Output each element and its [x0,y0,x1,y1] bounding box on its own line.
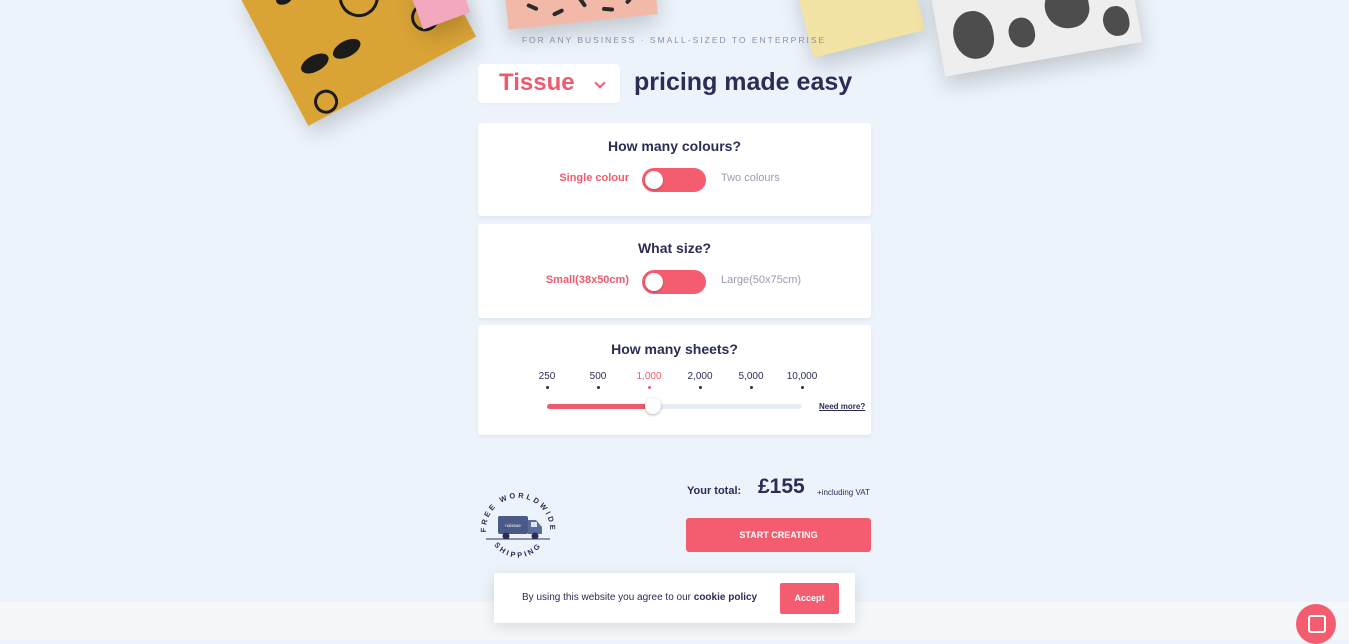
sheets-card: How many sheets? 250 500 1,000 2,000 5,0… [478,325,871,435]
toggle-knob [645,171,663,189]
sheets-slider-track[interactable] [547,398,802,414]
tick-dot [801,386,804,389]
chat-icon [1308,615,1326,633]
cookie-message: By using this website you agree to our c… [522,592,757,603]
sheets-option-1000[interactable]: 1,000 [629,371,669,382]
sheets-option-5000[interactable]: 5,000 [731,371,771,382]
cookie-text: By using this website you agree to our [522,592,691,603]
colours-card: How many colours? Single colour Two colo… [478,123,871,216]
cookie-policy-link[interactable]: cookie policy [694,592,757,603]
sheets-slider-thumb[interactable] [645,398,661,414]
chat-launcher-button[interactable] [1296,604,1336,644]
tick-dot [648,386,651,389]
tick-dot [546,386,549,389]
free-shipping-stamp: FREE WORLDWIDE SHIPPING noissue [479,491,555,560]
kicker-text: FOR ANY BUSINESS · SMALL-SIZED TO ENTERP… [521,35,827,45]
tick-dot [699,386,702,389]
toggle-knob [645,273,663,291]
sheets-option-2000[interactable]: 2,000 [680,371,720,382]
size-toggle[interactable] [642,270,706,294]
vat-note: +including VAT [817,488,870,497]
need-more-link[interactable]: Need more? [819,402,865,411]
sheets-slider-fill [547,404,657,409]
sheets-option-500[interactable]: 500 [578,371,618,382]
total-value: £155 [758,475,805,498]
tick-dot [750,386,753,389]
start-creating-button[interactable]: START CREATING [686,518,871,552]
chevron-down-icon [594,77,606,89]
accept-cookies-button[interactable]: Accept [780,583,839,614]
tissue-pack-image-leaf [927,0,1143,77]
size-card: What size? Small(38x50cm) Large(50x75cm) [478,224,871,318]
size-title: What size? [637,240,712,256]
stamp-bottom-text: SHIPPING [492,540,541,559]
single-colour-label[interactable]: Single colour [559,172,629,184]
two-colours-label[interactable]: Two colours [721,172,780,184]
tissue-pack-image-peach [502,0,658,30]
tick-dot [597,386,600,389]
page-headline: pricing made easy [634,68,853,96]
total-label: Your total: [687,485,742,497]
product-select-value: Tissue [499,69,575,96]
svg-text:SHIPPING: SHIPPING [492,540,543,559]
truck-label: noissue [505,523,521,528]
product-select[interactable]: Tissue [478,64,620,103]
sheets-option-250[interactable]: 250 [527,371,567,382]
cookie-banner: By using this website you agree to our c… [494,573,855,623]
large-size-label[interactable]: Large(50x75cm) [721,274,801,286]
sheets-title: How many sheets? [611,341,738,357]
small-size-label[interactable]: Small(38x50cm) [546,274,629,286]
sheets-option-10000[interactable]: 10,000 [782,371,822,382]
tissue-pack-image-cream [794,0,925,58]
colours-toggle[interactable] [642,168,706,192]
truck-icon: noissue [486,516,550,540]
colours-title: How many colours? [607,138,742,154]
